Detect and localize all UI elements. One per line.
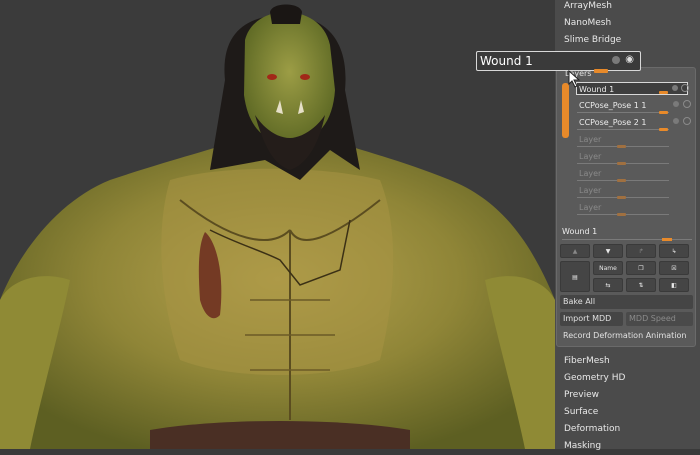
record-icon[interactable] (673, 118, 679, 124)
bake-all-button[interactable]: Bake All (560, 295, 693, 309)
layer-strength-slider[interactable] (659, 91, 668, 94)
record-icon (612, 56, 620, 64)
layer-name-popup[interactable]: Wound 1 ◉ (476, 51, 641, 73)
layer-row-wound-1[interactable]: Wound 1 (576, 82, 689, 95)
layer-name: Layer (579, 186, 602, 195)
eye-icon: ◉ (625, 54, 634, 65)
layer-row-empty[interactable]: Layer (577, 150, 693, 165)
mdd-speed-slider[interactable]: MDD Speed (626, 312, 693, 326)
popup-strength-slider (594, 69, 608, 73)
menu-item-fibermesh[interactable]: FiberMesh (555, 353, 700, 370)
layer-list-scrollbar[interactable] (562, 83, 569, 138)
menu-item-surface[interactable]: Surface (555, 404, 700, 421)
layer-name: CCPose_Pose 1 1 (579, 101, 647, 110)
delete-icon[interactable]: ☒ (659, 261, 689, 275)
selected-layer-name: Wound 1 (562, 227, 598, 236)
layer-name: Layer (579, 152, 602, 161)
record-icon[interactable] (673, 101, 679, 107)
menu-item-nanomesh[interactable]: NanoMesh (555, 15, 700, 32)
bake-icon[interactable]: ⇅ (626, 278, 656, 292)
layer-strength-slider[interactable] (659, 128, 668, 131)
orc-sculpt-render (0, 4, 555, 449)
new-layer-icon[interactable]: ▤ (560, 261, 590, 292)
layer-name: Layer (579, 203, 602, 212)
menu-item-geometry-hd[interactable]: Geometry HD (555, 370, 700, 387)
split-icon[interactable]: ↱ (626, 244, 656, 258)
layer-name: Wound 1 (579, 85, 615, 94)
menu-item-slime-bridge[interactable]: Slime Bridge (555, 32, 700, 49)
record-deformation-animation-button[interactable]: Record Deformation Animation (560, 329, 693, 343)
swap-icon[interactable]: ⇆ (593, 278, 623, 292)
layer-row-empty[interactable]: Layer (577, 167, 693, 182)
name-button[interactable]: Name (593, 261, 623, 275)
menu-item-preview[interactable]: Preview (555, 387, 700, 404)
layer-row-ccpose-2[interactable]: CCPose_Pose 2 1 (577, 116, 693, 131)
layer-name: Layer (579, 135, 602, 144)
selected-layer-strength-slider[interactable] (662, 238, 672, 241)
inverse-icon[interactable]: ◧ (659, 278, 689, 292)
layer-row-empty[interactable]: Layer (577, 133, 693, 148)
import-mdd-button[interactable]: Import MDD (560, 312, 623, 326)
layer-row-empty[interactable]: Layer (577, 201, 693, 216)
eye-icon[interactable] (683, 117, 691, 125)
record-icon[interactable] (672, 85, 678, 91)
move-down-button[interactable]: ▼ (593, 244, 623, 258)
layers-subpalette: Layers Wound 1 CCPose_Pose 1 1 CCPose_Po… (556, 67, 696, 347)
menu-item-arraymesh[interactable]: ArrayMesh (555, 0, 700, 15)
menu-item-deformation[interactable]: Deformation (555, 421, 700, 438)
eye-icon[interactable] (681, 84, 689, 92)
layer-strength-slider[interactable] (659, 111, 668, 114)
3d-viewport[interactable] (0, 0, 555, 449)
menu-item-masking[interactable]: Masking (555, 438, 700, 455)
layer-name: CCPose_Pose 2 1 (579, 118, 647, 127)
layer-row-empty[interactable]: Layer (577, 184, 693, 199)
layer-name: Layer (579, 169, 602, 178)
mouse-cursor-icon (568, 70, 581, 88)
duplicate-icon[interactable]: ❐ (626, 261, 656, 275)
move-up-button[interactable]: ▲ (560, 244, 590, 258)
layer-row-ccpose-1[interactable]: CCPose_Pose 1 1 (577, 99, 693, 114)
merge-down-icon[interactable]: ↳ (659, 244, 689, 258)
popup-title: Wound 1 (480, 54, 533, 68)
eye-icon[interactable] (683, 100, 691, 108)
